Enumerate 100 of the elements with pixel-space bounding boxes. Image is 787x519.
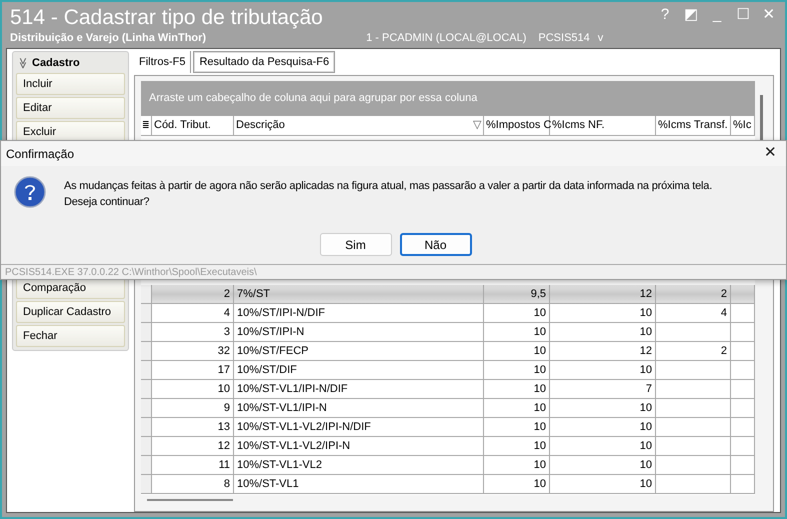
status-text: PCSIS514.EXE 37.0.0.22 C:\Winthor\Spool\Executaveis\ [5, 267, 257, 279]
row-indicator[interactable] [141, 304, 152, 322]
sidebar-button[interactable]: Editar [16, 97, 125, 119]
table-cell: 10%/ST/IPI-N/DIF [234, 304, 484, 322]
grid-row[interactable]: 11 10%/ST-VL1-VL2 10 10 [141, 456, 755, 475]
grid-row[interactable]: 8 10%/ST-VL1 10 10 [141, 475, 755, 494]
dialog-message: As mudanças feitas à partir de agora não serão aplicadas na figura atual, mas passarão a valer a partir da data informada na próxima tela. [64, 179, 712, 194]
group-hint: Arraste um cabeçalho de coluna aqui para agrupar por essa coluna [149, 91, 478, 106]
table-cell: 12 [550, 342, 656, 360]
column-chooser-icon[interactable]: ≣ [142, 118, 150, 132]
session-label: 1 - PCADMIN (LOCAL@LOCAL) [366, 31, 526, 46]
table-cell: 11 [152, 456, 234, 474]
row-indicator[interactable] [141, 323, 152, 341]
row-indicator[interactable] [141, 456, 152, 474]
table-cell: 10%/ST-VL1-VL2/IPI-N [234, 437, 484, 455]
collapse-icon[interactable]: ≫ [16, 57, 28, 69]
table-cell: 13 [152, 418, 234, 436]
table-cell: 10 [484, 304, 550, 322]
table-cell: 7 [550, 380, 656, 398]
table-cell: 7%/ST [234, 285, 484, 303]
table-cell: 10 [484, 456, 550, 474]
column-header[interactable]: %Icms NF. [550, 116, 656, 135]
table-cell: 10%/ST-VL1 [234, 475, 484, 493]
dialog-button[interactable]: Sim [320, 233, 392, 256]
subtitle: Distribuição e Varejo (Linha WinThor) [10, 31, 206, 46]
dialog-title: Confirmação [6, 146, 74, 162]
row-indicator[interactable] [141, 380, 152, 398]
column-header[interactable]: Cód. Tribut. [152, 116, 234, 135]
row-indicator[interactable] [141, 418, 152, 436]
table-cell: 12 [550, 285, 656, 303]
row-indicator[interactable] [141, 475, 152, 493]
table-cell: 10 [484, 437, 550, 455]
dialog-question: Deseja continuar? [64, 195, 150, 210]
row-indicator[interactable] [141, 285, 152, 303]
column-header[interactable]: %Impostos C [484, 116, 550, 135]
window-title: 514 - Cadastrar tipo de tributação [10, 5, 323, 31]
table-cell: 3 [152, 323, 234, 341]
table-cell: 10 [484, 361, 550, 379]
table-cell: 10 [550, 399, 656, 417]
grid-row[interactable]: 17 10%/ST/DIF 10 10 [141, 361, 755, 380]
grid-row[interactable]: 13 10%/ST-VL1-VL2/IPI-N/DIF 10 10 [141, 418, 755, 437]
table-cell: 10 [484, 475, 550, 493]
table-cell: 4 [656, 304, 731, 322]
table-cell: 10%/ST-VL1-VL2/IPI-N/DIF [234, 418, 484, 436]
sidebar-button[interactable]: Incluir [16, 73, 125, 95]
table-cell: 10%/ST/FECP [234, 342, 484, 360]
grid-row[interactable]: 12 10%/ST-VL1-VL2/IPI-N 10 10 [141, 437, 755, 456]
row-indicator[interactable] [141, 342, 152, 360]
column-title: Descrição [236, 118, 285, 134]
table-cell: 2 [656, 285, 731, 303]
sidebar-button[interactable]: Duplicar Cadastro [16, 301, 125, 323]
filter-icon[interactable]: ▽ [473, 117, 481, 134]
table-cell: 2 [656, 342, 731, 360]
table-cell: 4 [152, 304, 234, 322]
table-cell: 8 [152, 475, 234, 493]
close-button[interactable]: ✕ [760, 142, 781, 165]
tab[interactable]: Filtros-F5 [134, 51, 192, 73]
table-cell: 10 [484, 418, 550, 436]
table-cell: 10 [484, 380, 550, 398]
table-cell: 10 [550, 323, 656, 341]
table-cell: 9,5 [484, 285, 550, 303]
table-cell: 2 [152, 285, 234, 303]
table-cell: 10%/ST/IPI-N [234, 323, 484, 341]
grid-row[interactable]: 2 7%/ST 9,5 12 2 [141, 285, 755, 304]
question-icon [14, 176, 46, 208]
table-cell: 10 [550, 456, 656, 474]
table-cell: 12 [152, 437, 234, 455]
table-cell: 9 [152, 399, 234, 417]
column-header[interactable]: %Ic [731, 116, 755, 135]
table-cell: 10 [484, 323, 550, 341]
row-indicator[interactable] [141, 361, 152, 379]
table-cell: 10%/ST-VL1/IPI-N/DIF [234, 380, 484, 398]
column-header[interactable]: %Icms Transf. [656, 116, 731, 135]
table-cell: 10%/ST-VL1/IPI-N [234, 399, 484, 417]
scrollbar-thumb[interactable] [147, 499, 233, 501]
grid-row[interactable]: 32 10%/ST/FECP 10 12 2 [141, 342, 755, 361]
table-cell: 17 [152, 361, 234, 379]
table-cell: 10 [484, 399, 550, 417]
table-cell: 10%/ST-VL1-VL2 [234, 456, 484, 474]
table-cell: 10 [550, 361, 656, 379]
grid-row[interactable]: 3 10%/ST/IPI-N 10 10 [141, 323, 755, 342]
table-cell: 10 [152, 380, 234, 398]
grid-row[interactable]: 4 10%/ST/IPI-N/DIF 10 10 4 [141, 304, 755, 323]
table-cell: 10 [550, 475, 656, 493]
row-indicator[interactable] [141, 437, 152, 455]
table-cell: 32 [152, 342, 234, 360]
table-cell: 10%/ST/DIF [234, 361, 484, 379]
grid-row[interactable]: 9 10%/ST-VL1/IPI-N 10 10 [141, 399, 755, 418]
version-label: v [598, 31, 604, 46]
column-header[interactable]: Descrição ▽ [234, 116, 484, 135]
table-cell: 10 [550, 437, 656, 455]
grid-row[interactable]: 10 10%/ST-VL1/IPI-N/DIF 10 7 [141, 380, 755, 399]
table-cell: 10 [550, 418, 656, 436]
table-cell: 10 [550, 304, 656, 322]
tab[interactable]: Resultado da Pesquisa-F6 [193, 51, 336, 73]
dialog-button[interactable]: Não [400, 233, 472, 256]
row-indicator[interactable] [141, 399, 152, 417]
sidebar-title: Cadastro [32, 56, 80, 71]
program-label: PCSIS514 [538, 31, 590, 46]
sidebar-button[interactable]: Fechar [16, 325, 125, 347]
